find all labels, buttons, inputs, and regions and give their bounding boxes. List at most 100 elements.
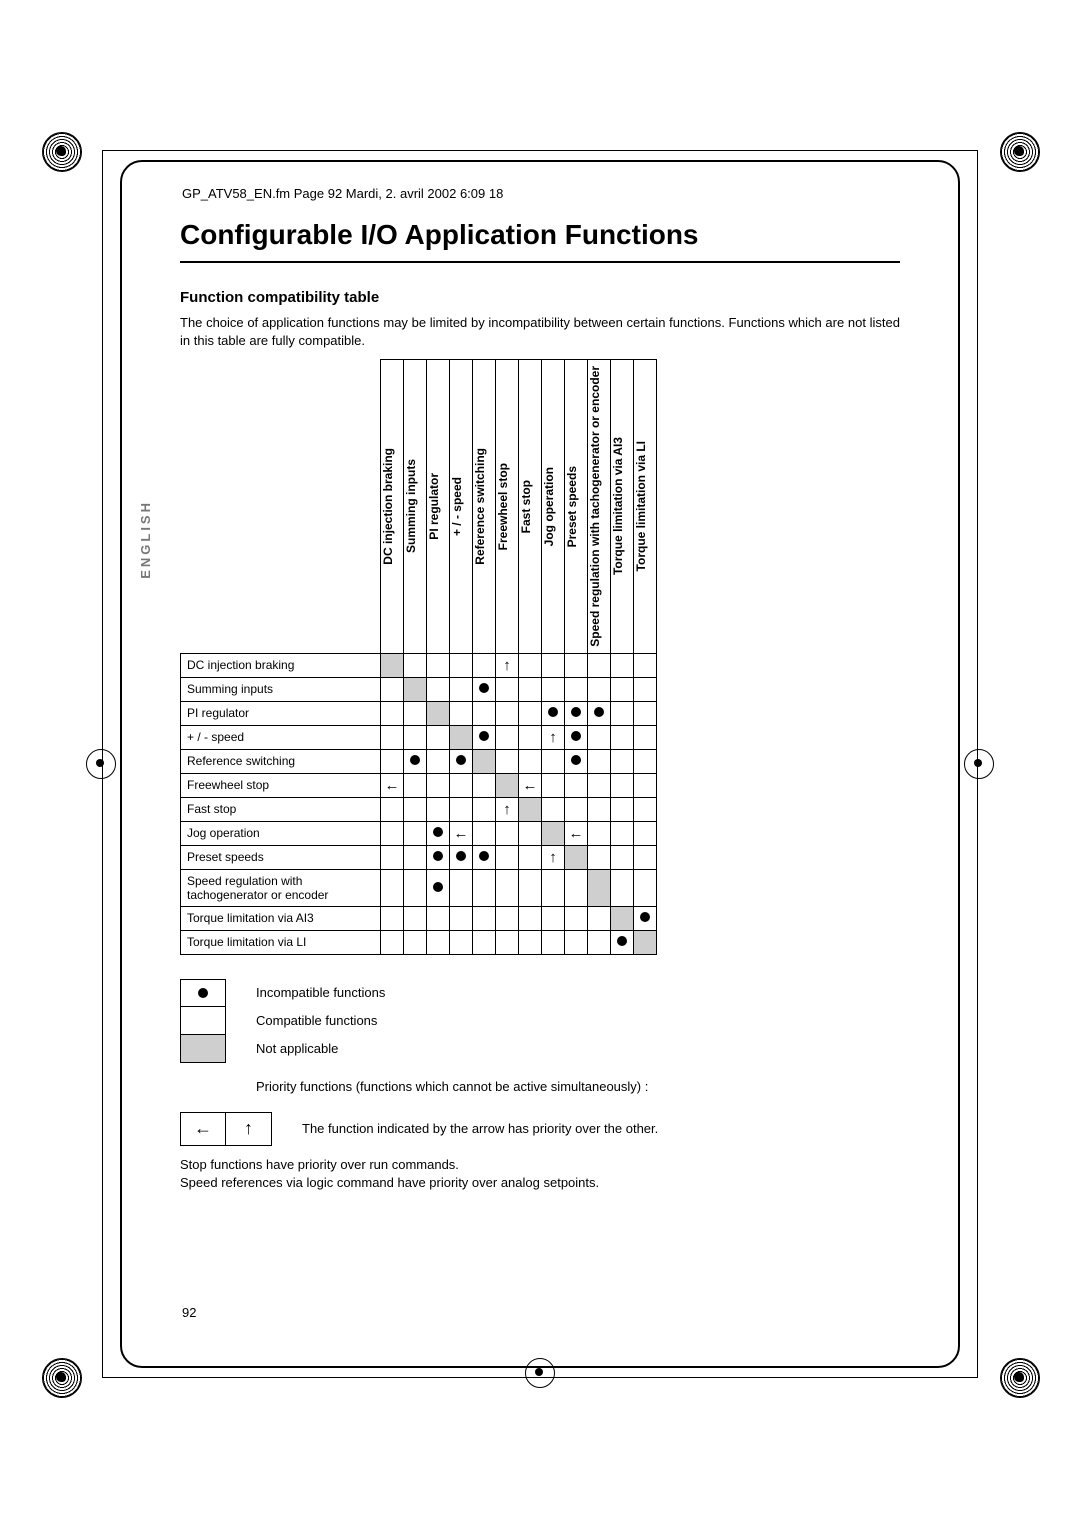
table-cell [473,773,496,797]
table-cell [588,845,611,869]
compatibility-table: DC injection brakingSumming inputsPI reg… [180,359,657,955]
row-label: Reference switching [181,749,381,773]
table-cell [473,653,496,677]
table-cell [565,677,588,701]
page: ENGLISH GP_ATV58_EN.fm Page 92 Mardi, 2.… [0,0,1080,1528]
row-label: Torque limitation via AI3 [181,906,381,930]
table-cell [450,797,473,821]
table-cell [634,845,657,869]
table-cell [496,821,519,845]
registration-mark-icon [964,749,994,779]
legend-grey-icon [180,1035,226,1063]
table-cell [634,930,657,954]
table-cell [634,701,657,725]
table-row: Preset speeds↑ [181,845,657,869]
table-cell [450,773,473,797]
table-cell [634,797,657,821]
table-cell [542,821,565,845]
table-cell [450,749,473,773]
table-cell [588,749,611,773]
table-cell [404,725,427,749]
table-cell [473,725,496,749]
table-cell [588,821,611,845]
table-cell [565,869,588,906]
table-row: Fast stop↑ [181,797,657,821]
row-label: Speed regulation with tachogenerator or … [181,869,381,906]
table-cell [381,701,404,725]
table-cell [634,869,657,906]
table-cell: ↑ [496,797,519,821]
table-cell [588,869,611,906]
table-cell [611,869,634,906]
table-cell: ↑ [496,653,519,677]
table-cell [473,821,496,845]
row-label: PI regulator [181,701,381,725]
content-area: GP_ATV58_EN.fm Page 92 Mardi, 2. avril 2… [180,180,900,1348]
trim-line [102,1377,978,1378]
table-cell [542,773,565,797]
table-cell [519,677,542,701]
intro-text: The choice of application functions may … [180,314,900,349]
table-cell [565,930,588,954]
table-cell [404,773,427,797]
legend-incompatible-label: Incompatible functions [256,979,385,1007]
note-line: Speed references via logic command have … [180,1174,900,1192]
table-cell [634,677,657,701]
table-cell [427,653,450,677]
table-cell [565,845,588,869]
table-cell [634,725,657,749]
table-row: Speed regulation with tachogenerator or … [181,869,657,906]
table-cell [634,906,657,930]
table-cell [496,906,519,930]
table-cell [381,845,404,869]
table-cell [404,845,427,869]
table-cell [496,930,519,954]
table-cell [427,677,450,701]
table-cell [588,725,611,749]
table-cell [404,906,427,930]
table-cell [450,906,473,930]
table-cell [496,725,519,749]
table-cell [496,845,519,869]
table-cell [427,930,450,954]
table-row: Torque limitation via AI3 [181,906,657,930]
table-cell [565,653,588,677]
table-cell [588,773,611,797]
table-cell: ← [450,821,473,845]
table-cell [634,821,657,845]
table-cell [542,701,565,725]
table-row: PI regulator [181,701,657,725]
table-cell [565,773,588,797]
table-cell [381,725,404,749]
table-row: Freewheel stop←← [181,773,657,797]
footnote: Stop functions have priority over run co… [180,1156,900,1192]
table-cell: ↑ [542,845,565,869]
table-cell [519,749,542,773]
table-cell [450,653,473,677]
page-number: 92 [182,1305,196,1320]
row-label: Torque limitation via LI [181,930,381,954]
table-row: Summing inputs [181,677,657,701]
table-cell [542,677,565,701]
column-header: Torque limitation via AI3 [611,360,634,654]
table-cell [611,701,634,725]
table-cell [450,677,473,701]
legend: Incompatible functions Compatible functi… [180,979,900,1192]
column-header: Freewheel stop [496,360,519,654]
table-cell [611,749,634,773]
table-cell [473,869,496,906]
table-cell [565,906,588,930]
table-cell [473,677,496,701]
table-cell [496,869,519,906]
table-cell [542,749,565,773]
table-cell [565,701,588,725]
table-cell [404,797,427,821]
table-cell [404,869,427,906]
table-cell [427,749,450,773]
table-cell [519,725,542,749]
table-cell [381,653,404,677]
table-cell [542,930,565,954]
page-title: Configurable I/O Application Functions [180,219,900,251]
table-cell [473,930,496,954]
table-row: Jog operation←← [181,821,657,845]
